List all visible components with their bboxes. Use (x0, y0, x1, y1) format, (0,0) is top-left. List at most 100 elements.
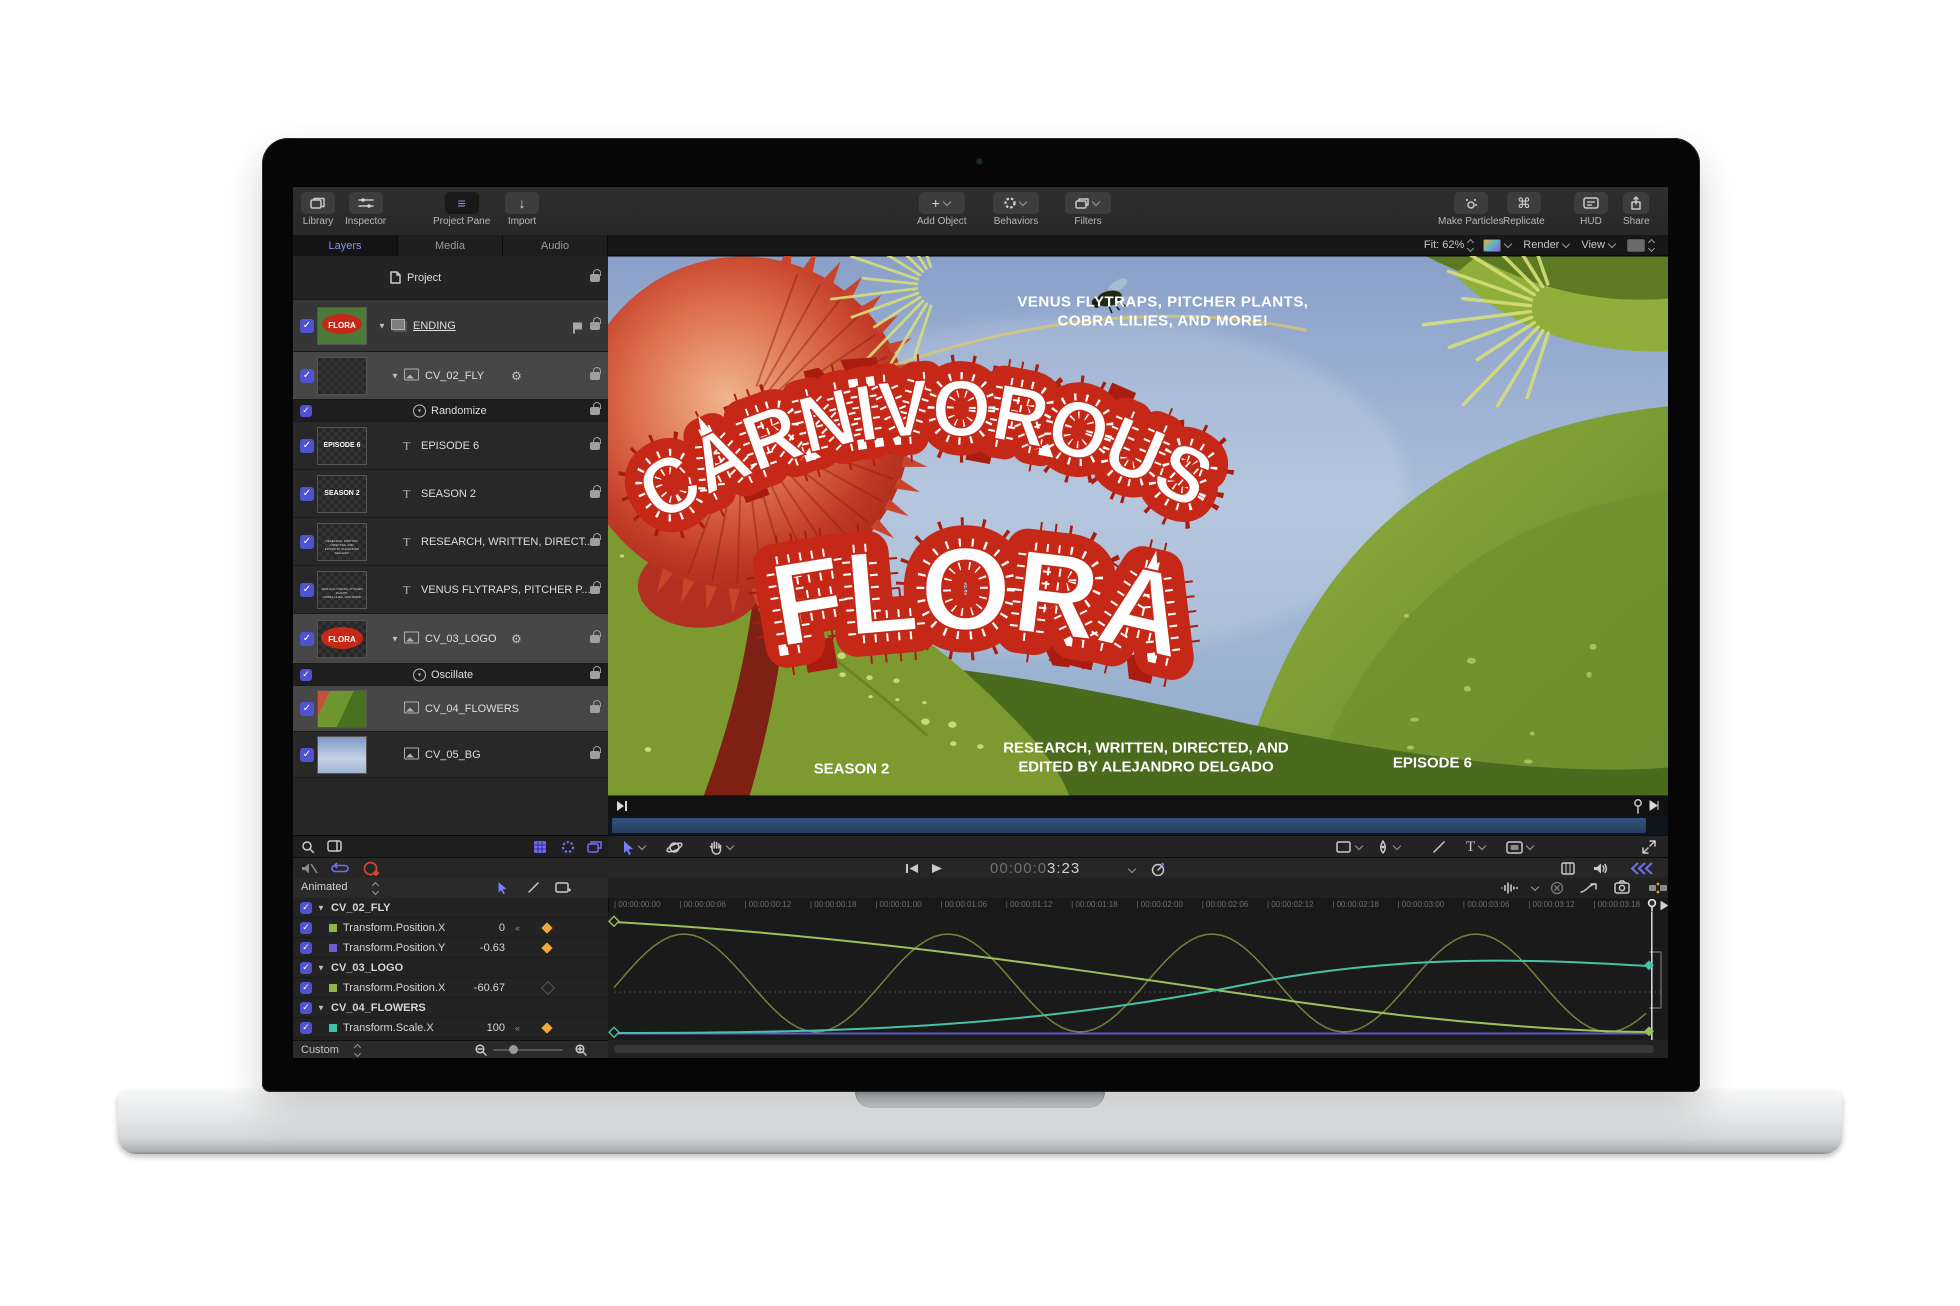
curve-set-stepper[interactable] (373, 883, 378, 894)
layer-checkbox[interactable]: ✓ (300, 487, 314, 501)
lock-icon[interactable] (590, 274, 600, 282)
channel-value[interactable]: 100 (487, 1022, 505, 1034)
play-icon[interactable] (931, 863, 943, 874)
zoom-slider-knob[interactable] (509, 1045, 518, 1054)
prev-keyframe-icon[interactable]: « (515, 1023, 520, 1033)
clear-curve-icon[interactable] (1550, 881, 1564, 895)
layer-checkbox[interactable]: ✓ (300, 669, 312, 681)
text-tool[interactable]: T (1466, 838, 1487, 856)
canvas-play-range[interactable] (608, 816, 1668, 835)
fit-stepper[interactable] (1468, 240, 1473, 251)
channel-row[interactable]: ✓ Transform.Position.X -60.67 (293, 978, 608, 998)
lock-icon[interactable] (590, 442, 600, 450)
playhead-marker-icon[interactable] (616, 800, 628, 812)
channel-value[interactable]: -60.67 (474, 982, 505, 994)
kf-pen-tool[interactable] (527, 881, 540, 894)
canvas-viewport[interactable]: CARNIVOROUS FLORA CARNIVOROUS FLORA CARN… (608, 256, 1668, 796)
go-to-start-icon[interactable] (905, 863, 919, 874)
tab-media[interactable]: Media (398, 235, 503, 256)
channel-value[interactable]: 0 (499, 922, 505, 934)
waveform-menu-chevron[interactable] (1531, 883, 1539, 891)
behaviors-button[interactable]: Behaviors (993, 192, 1039, 227)
film-icon[interactable] (1561, 862, 1575, 875)
layer-checkbox[interactable]: ✓ (300, 369, 314, 383)
layer-checkbox[interactable]: ✓ (300, 702, 314, 716)
camera-snapshot-icon[interactable] (1614, 880, 1630, 894)
lock-icon[interactable] (590, 586, 600, 594)
share-button[interactable]: Share (1623, 192, 1650, 227)
audio-icon[interactable] (1593, 862, 1609, 875)
channel-checkbox[interactable]: ✓ (300, 982, 312, 994)
keyframe-curve-area[interactable] (608, 912, 1668, 1040)
channel-checkbox[interactable]: ✓ (300, 1022, 312, 1034)
zoom-in-icon[interactable] (575, 1044, 587, 1056)
layer-row-cv04-flowers[interactable]: ✓ CV_04_FLOWERS (293, 686, 608, 732)
bezier-pen-tool[interactable] (1376, 838, 1402, 856)
lock-icon[interactable] (590, 538, 600, 546)
tab-audio[interactable]: Audio (503, 235, 608, 256)
lock-icon[interactable] (590, 322, 600, 330)
play-range-bar[interactable] (612, 818, 1646, 833)
prev-keyframe-icon[interactable]: « (515, 923, 520, 933)
keyframe-diamond-hollow[interactable] (541, 980, 555, 994)
channel-group-row[interactable]: ✓ ▼ CV_04_FLOWERS (293, 998, 608, 1018)
lock-icon[interactable] (590, 671, 600, 679)
out-point-markers[interactable] (1632, 798, 1662, 814)
disclosure-triangle[interactable]: ▼ (317, 963, 325, 972)
channel-checkbox[interactable]: ✓ (300, 1002, 312, 1014)
orbit-3d-tool[interactable] (666, 838, 683, 856)
make-particles-button[interactable]: Make Particles (1438, 192, 1504, 227)
render-menu[interactable]: Render (1523, 239, 1571, 251)
add-object-button[interactable]: + Add Object (917, 192, 966, 227)
record-icon[interactable] (363, 861, 379, 876)
timeline-ruler[interactable]: | 00:00:00:00| 00:00:00:06| 00:00:00:12|… (608, 898, 1668, 913)
keyframe-diamond[interactable] (541, 942, 552, 953)
channel-checkbox[interactable]: ✓ (300, 962, 312, 974)
channel-checkbox[interactable]: ✓ (300, 942, 312, 954)
fit-zoom-control[interactable]: Fit: 62% (1424, 239, 1473, 251)
loop-icon[interactable] (331, 862, 349, 875)
layer-row-venus-text[interactable]: ✓ VENUS FLYTRAPS, PITCHER PLANTS,COBRA L… (293, 566, 608, 614)
mute-icon[interactable] (301, 862, 319, 875)
tab-layers[interactable]: Layers (293, 235, 398, 256)
channel-value[interactable]: -0.63 (480, 942, 505, 954)
search-icon[interactable] (301, 840, 315, 854)
channel-group-row[interactable]: ✓ ▼ CV_03_LOGO (293, 958, 608, 978)
layer-row-randomize[interactable]: ✓ ▾ Randomize (293, 400, 608, 422)
scale-x-curve[interactable] (614, 961, 1649, 1033)
playhead-line[interactable] (1651, 912, 1653, 1040)
layer-row-season2-text[interactable]: ✓ SEASON 2 T SEASON 2 (293, 470, 608, 518)
canvas-timeline-track[interactable] (608, 796, 1668, 817)
playhead-pin[interactable] (1647, 899, 1659, 912)
disclosure-triangle[interactable]: ▼ (378, 321, 386, 330)
channel-checkbox[interactable]: ✓ (300, 922, 312, 934)
keyframe-diamond[interactable] (541, 922, 552, 933)
keyframe-diamond[interactable] (541, 1022, 552, 1033)
layer-checkbox[interactable]: ✓ (300, 405, 312, 417)
line-tool[interactable] (1432, 838, 1446, 856)
show-behaviors-icon[interactable] (561, 840, 575, 854)
zoom-out-icon[interactable] (475, 1044, 487, 1056)
disclosure-triangle[interactable]: ▼ (391, 634, 399, 643)
lock-icon[interactable] (590, 407, 600, 415)
gear-icon[interactable]: ⚙ (511, 369, 522, 383)
layer-checkbox[interactable]: ✓ (300, 632, 314, 646)
show-masks-icon[interactable] (533, 840, 547, 854)
layer-row-project[interactable]: Project (293, 256, 608, 300)
layer-row-ending[interactable]: ✓ FLORA ▼ ENDING (293, 300, 608, 352)
gear-icon[interactable]: ⚙ (511, 632, 522, 646)
layer-row-cv03-logo[interactable]: ✓ FLORA ▼ CV_03_LOGO ⚙ (293, 614, 608, 664)
channel-row[interactable]: ✓ Transform.Position.X 0 « (293, 918, 608, 938)
rectangle-tool[interactable] (1336, 838, 1364, 856)
mask-tool[interactable] (1506, 838, 1535, 856)
layer-checkbox[interactable]: ✓ (300, 439, 314, 453)
zoom-slider-track[interactable] (493, 1049, 563, 1051)
timer-icon[interactable] (1151, 862, 1166, 876)
background-swatch-control[interactable] (1627, 239, 1654, 252)
library-button[interactable]: Library (301, 192, 335, 227)
select-tool[interactable] (622, 838, 647, 856)
kf-box-select-tool[interactable] (555, 881, 571, 894)
layer-checkbox[interactable]: ✓ (300, 319, 314, 333)
channel-swatch-control[interactable] (1483, 239, 1513, 252)
layer-row-cv05-bg[interactable]: ✓ CV_05_BG (293, 732, 608, 778)
